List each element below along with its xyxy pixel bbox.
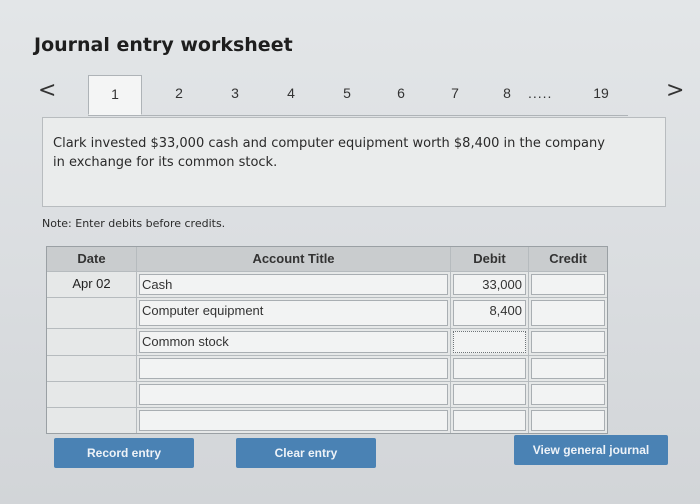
account-title-input[interactable] <box>139 384 448 405</box>
account-title-input[interactable]: Cash <box>139 274 448 295</box>
date-cell <box>47 382 137 407</box>
table-row <box>47 381 607 407</box>
credit-input[interactable] <box>531 384 605 405</box>
tab-8[interactable]: 8 <box>480 75 534 115</box>
date-cell <box>47 298 137 328</box>
debit-input[interactable]: 33,000 <box>453 274 526 295</box>
debit-input[interactable] <box>453 410 526 431</box>
journal-entry-page: Journal entry worksheet < 1 2 3 4 5 6 7 … <box>0 0 700 504</box>
debit-input[interactable]: 8,400 <box>453 300 526 326</box>
journal-table: Date Account Title Debit Credit Apr 02 C… <box>46 246 608 434</box>
instruction-note: Note: Enter debits before credits. <box>42 217 226 230</box>
tab-4[interactable]: 4 <box>264 75 318 115</box>
tab-19[interactable]: 19 <box>574 75 628 115</box>
date-cell <box>47 356 137 381</box>
credit-input[interactable] <box>531 331 605 353</box>
credit-input[interactable] <box>531 410 605 431</box>
date-cell: Apr 02 <box>47 272 137 297</box>
column-header-date: Date <box>47 247 137 271</box>
journal-header-row: Date Account Title Debit Credit <box>47 247 607 271</box>
tab-5[interactable]: 5 <box>320 75 374 115</box>
record-entry-button[interactable]: Record entry <box>54 438 194 468</box>
chevron-right-icon[interactable]: > <box>666 78 684 103</box>
column-header-credit: Credit <box>549 251 587 266</box>
table-row: Common stock <box>47 328 607 355</box>
credit-input[interactable] <box>531 300 605 326</box>
table-row <box>47 355 607 381</box>
account-title-input[interactable]: Common stock <box>139 331 448 353</box>
account-title-input[interactable] <box>139 410 448 431</box>
date-cell <box>47 329 137 355</box>
transaction-description: Clark invested $33,000 cash and computer… <box>53 136 605 170</box>
date-cell <box>47 408 137 433</box>
debit-input[interactable] <box>453 358 526 379</box>
entry-tabs: 1 2 3 4 5 6 7 8 ..... 19 <box>88 75 628 116</box>
credit-input[interactable] <box>531 274 605 295</box>
tab-ellipsis: ..... <box>528 85 553 101</box>
tab-2[interactable]: 2 <box>152 75 206 115</box>
tab-3[interactable]: 3 <box>208 75 262 115</box>
tab-6[interactable]: 6 <box>374 75 428 115</box>
view-general-journal-button[interactable]: View general journal <box>514 435 668 465</box>
debit-input[interactable] <box>453 384 526 405</box>
transaction-panel: Clark invested $33,000 cash and computer… <box>42 117 666 207</box>
chevron-left-icon[interactable]: < <box>38 78 56 103</box>
clear-entry-button[interactable]: Clear entry <box>236 438 376 468</box>
column-header-debit: Debit <box>451 247 529 271</box>
table-row: Computer equipment 8,400 <box>47 297 607 328</box>
page-title: Journal entry worksheet <box>34 34 293 56</box>
table-row: Apr 02 Cash 33,000 <box>47 271 607 297</box>
account-title-input[interactable] <box>139 358 448 379</box>
debit-input[interactable] <box>453 331 526 353</box>
tab-1[interactable]: 1 <box>88 75 142 115</box>
credit-input[interactable] <box>531 358 605 379</box>
column-header-account: Account Title <box>137 247 451 271</box>
table-row <box>47 407 607 433</box>
account-title-input[interactable]: Computer equipment <box>139 300 448 326</box>
tab-7[interactable]: 7 <box>428 75 482 115</box>
